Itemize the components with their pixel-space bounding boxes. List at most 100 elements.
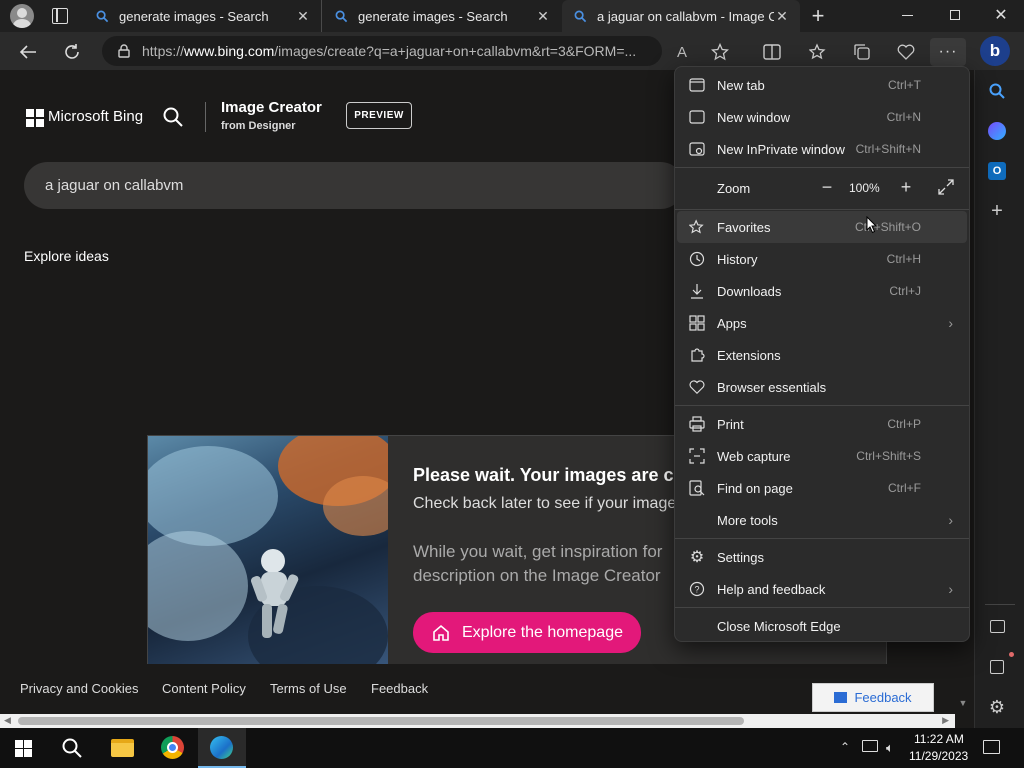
menu-item-downloads[interactable]: Downloads Ctrl+J [677, 275, 967, 307]
zoom-out-icon[interactable]: − [817, 178, 837, 198]
gear-icon[interactable]: ⚙ [987, 697, 1007, 717]
file-explorer-icon[interactable] [111, 739, 134, 757]
menu-item-history[interactable]: History Ctrl+H [677, 243, 967, 275]
brand-name[interactable]: Microsoft Bing [48, 108, 143, 125]
scroll-left-arrow[interactable]: ◀ [4, 715, 11, 726]
menu-item-print[interactable]: Print Ctrl+P [677, 408, 967, 440]
windows-start-icon[interactable] [15, 740, 32, 757]
search-icon [574, 10, 587, 23]
new-tab-icon [687, 75, 707, 95]
clock-date[interactable]: 11/29/2023 [909, 749, 968, 763]
scroll-right-arrow[interactable]: ▶ [942, 715, 949, 726]
menu-item-browser-essentials[interactable]: Browser essentials [677, 371, 967, 403]
menu-shortcut: Ctrl+H [886, 252, 921, 266]
tab-1[interactable]: generate images - Search ✕ [84, 0, 322, 32]
menu-item-favorites[interactable]: Favorites Ctrl+Shift+O [677, 211, 967, 243]
menu-item-close-edge[interactable]: Close Microsoft Edge [677, 610, 967, 642]
download-icon [687, 281, 707, 301]
menu-label: Apps [717, 315, 747, 331]
close-tab-icon[interactable]: ✕ [535, 8, 551, 24]
prompt-value: a jaguar on callabvm [45, 177, 184, 194]
fullscreen-icon[interactable] [937, 178, 957, 198]
close-tab-icon[interactable]: ✕ [774, 8, 790, 24]
divider [675, 607, 969, 608]
menu-item-new-window[interactable]: New window Ctrl+N [677, 101, 967, 133]
chevron-right-icon: › [948, 315, 953, 331]
menu-item-apps[interactable]: Apps › [677, 307, 967, 339]
clock-time[interactable]: 11:22 AM [914, 732, 964, 746]
outlook-icon[interactable]: O [988, 162, 1006, 180]
divider [675, 167, 969, 168]
preview-badge: PREVIEW [346, 102, 412, 129]
network-icon[interactable] [862, 740, 878, 752]
search-icon[interactable] [61, 737, 83, 759]
refresh-icon[interactable] [58, 38, 86, 66]
designer-icon[interactable] [988, 122, 1006, 140]
history-icon [687, 249, 707, 269]
add-sidebar-app-icon[interactable]: + [988, 201, 1006, 221]
footer-link-terms[interactable]: Terms of Use [270, 681, 347, 696]
open-external-icon[interactable] [990, 660, 1004, 674]
menu-item-find-on-page[interactable]: Find on page Ctrl+F [677, 472, 967, 504]
window-close-icon[interactable]: ✕ [992, 6, 1010, 26]
close-tab-icon[interactable]: ✕ [295, 8, 311, 24]
scrollbar-thumb[interactable] [18, 717, 744, 725]
split-screen-icon[interactable] [758, 38, 786, 66]
search-icon [96, 10, 109, 23]
favorite-star-icon[interactable] [706, 38, 734, 66]
menu-item-new-inprivate[interactable]: New InPrivate window Ctrl+Shift+N [677, 133, 967, 165]
back-icon[interactable] [14, 38, 42, 66]
menu-item-help-feedback[interactable]: ? Help and feedback › [677, 573, 967, 605]
divider [675, 405, 969, 406]
menu-item-new-tab[interactable]: New tab Ctrl+T [677, 69, 967, 101]
collections-icon[interactable] [848, 38, 876, 66]
edge-icon [210, 736, 233, 759]
scroll-down-arrow[interactable]: ▼ [957, 698, 969, 710]
minimize-icon[interactable] [902, 15, 913, 16]
feedback-button[interactable]: Feedback [812, 683, 934, 712]
copilot-icon[interactable]: b [980, 36, 1010, 66]
hide-sidebar-icon[interactable] [990, 620, 1005, 633]
footer-link-privacy[interactable]: Privacy and Cookies [20, 681, 139, 696]
restore-icon[interactable] [950, 10, 960, 20]
search-icon[interactable] [162, 106, 186, 130]
footer-link-content-policy[interactable]: Content Policy [162, 681, 246, 696]
notifications-icon[interactable] [983, 740, 1000, 754]
menu-label: Print [717, 416, 744, 432]
menu-item-web-capture[interactable]: Web capture Ctrl+Shift+S [677, 440, 967, 472]
zoom-in-icon[interactable]: + [896, 178, 916, 198]
chrome-icon[interactable] [161, 736, 184, 759]
volume-muted-icon[interactable]: 🔈︎ [886, 740, 894, 756]
tab-2[interactable]: generate images - Search ✕ [323, 0, 561, 32]
read-aloud-icon[interactable]: A [668, 38, 696, 66]
settings-more-icon[interactable]: ··· [930, 38, 966, 66]
explore-homepage-button[interactable]: Explore the homepage [413, 612, 641, 653]
prompt-input[interactable]: a jaguar on callabvm [24, 162, 684, 209]
new-tab-icon[interactable]: + [808, 5, 828, 27]
menu-label: New window [717, 109, 790, 125]
menu-label: Settings [717, 549, 764, 565]
horizontal-scrollbar[interactable]: ◀ ▶ [0, 714, 955, 728]
search-icon[interactable] [988, 82, 1006, 100]
tab-3-active[interactable]: a jaguar on callabvm - Image Cre ✕ [562, 0, 800, 32]
menu-shortcut: Ctrl+Shift+S [856, 449, 921, 463]
window-icon [687, 107, 707, 127]
astronaut-image [148, 436, 388, 676]
footer-link-feedback[interactable]: Feedback [371, 681, 428, 696]
menu-label: Favorites [717, 219, 771, 235]
menu-shortcut: Ctrl+N [886, 110, 921, 124]
edge-taskbar-button[interactable] [198, 728, 246, 768]
menu-item-extensions[interactable]: Extensions [677, 339, 967, 371]
browser-essentials-icon[interactable] [892, 38, 920, 66]
menu-item-more-tools[interactable]: More tools › [677, 504, 967, 536]
favorites-icon[interactable] [804, 38, 832, 66]
menu-item-settings[interactable]: ⚙ Settings [677, 541, 967, 573]
apps-icon [687, 313, 707, 333]
chevron-up-icon[interactable]: ⌃ [840, 740, 850, 754]
zoom-value: 100% [849, 181, 880, 195]
address-bar[interactable]: https://www.bing.com/images/create?q=a+j… [102, 36, 662, 66]
profile-avatar[interactable] [10, 4, 34, 28]
svg-text:?: ? [694, 585, 699, 595]
tab-actions-icon[interactable] [52, 8, 68, 24]
feedback-label: Feedback [854, 690, 912, 705]
